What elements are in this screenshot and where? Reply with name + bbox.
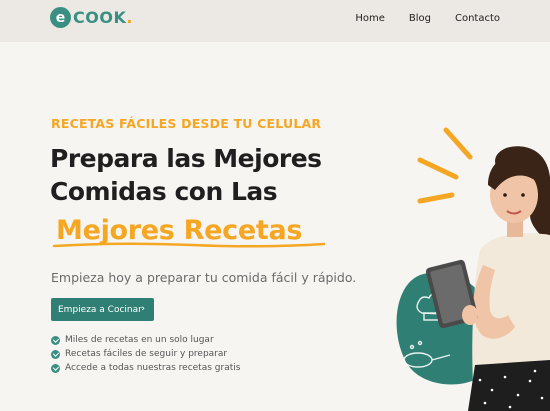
hero-title-line-2: Comidas con Las [50, 177, 278, 206]
feature-list: Miles de recetas en un solo lugar Receta… [51, 333, 240, 375]
feature-text: Miles de recetas en un solo lugar [65, 335, 214, 345]
hero-title-line-1: Prepara las Mejores [50, 144, 322, 173]
hand [462, 305, 478, 325]
accent-underline [52, 242, 326, 248]
hero-subtitle: Empieza hoy a preparar tu comida fácil y… [51, 270, 357, 285]
chevron-right-icon: › [141, 304, 145, 314]
start-cooking-button[interactable]: Empieza a Cocinar › [51, 298, 154, 321]
hero-eyebrow: RECETAS FÁCILES DESDE TU CELULAR [51, 116, 322, 131]
feature-item: Accede a todas nuestras recetas gratis [51, 361, 240, 375]
feature-item: Miles de recetas en un solo lugar [51, 333, 240, 347]
main-nav: Home Blog Contacto [331, 13, 500, 24]
skirt [468, 360, 550, 411]
feature-item: Recetas fáciles de seguir y preparar [51, 347, 240, 361]
logo-text: COOK [73, 8, 127, 27]
check-icon [51, 363, 60, 373]
check-icon [51, 349, 60, 359]
feature-text: Recetas fáciles de seguir y preparar [65, 349, 228, 359]
nav-blog-link[interactable]: Blog [409, 13, 431, 24]
check-icon [51, 335, 60, 345]
hero-illustration [396, 127, 550, 411]
site-header: e COOK . Home Blog Contacto [0, 0, 550, 42]
sparkle-strokes [417, 127, 473, 204]
logo-dot: . [126, 8, 133, 27]
logo-mark: e [50, 7, 71, 28]
eye [503, 193, 507, 197]
hero-title: Prepara las Mejores Comidas con Las [50, 142, 322, 208]
nav-contacto-link[interactable]: Contacto [455, 13, 500, 24]
nav-home-link[interactable]: Home [355, 13, 385, 24]
logo[interactable]: e COOK . [50, 7, 132, 28]
feature-text: Accede a todas nuestras recetas gratis [65, 363, 241, 373]
start-cooking-button-label: Empieza a Cocinar [58, 304, 142, 315]
eye [521, 193, 525, 197]
